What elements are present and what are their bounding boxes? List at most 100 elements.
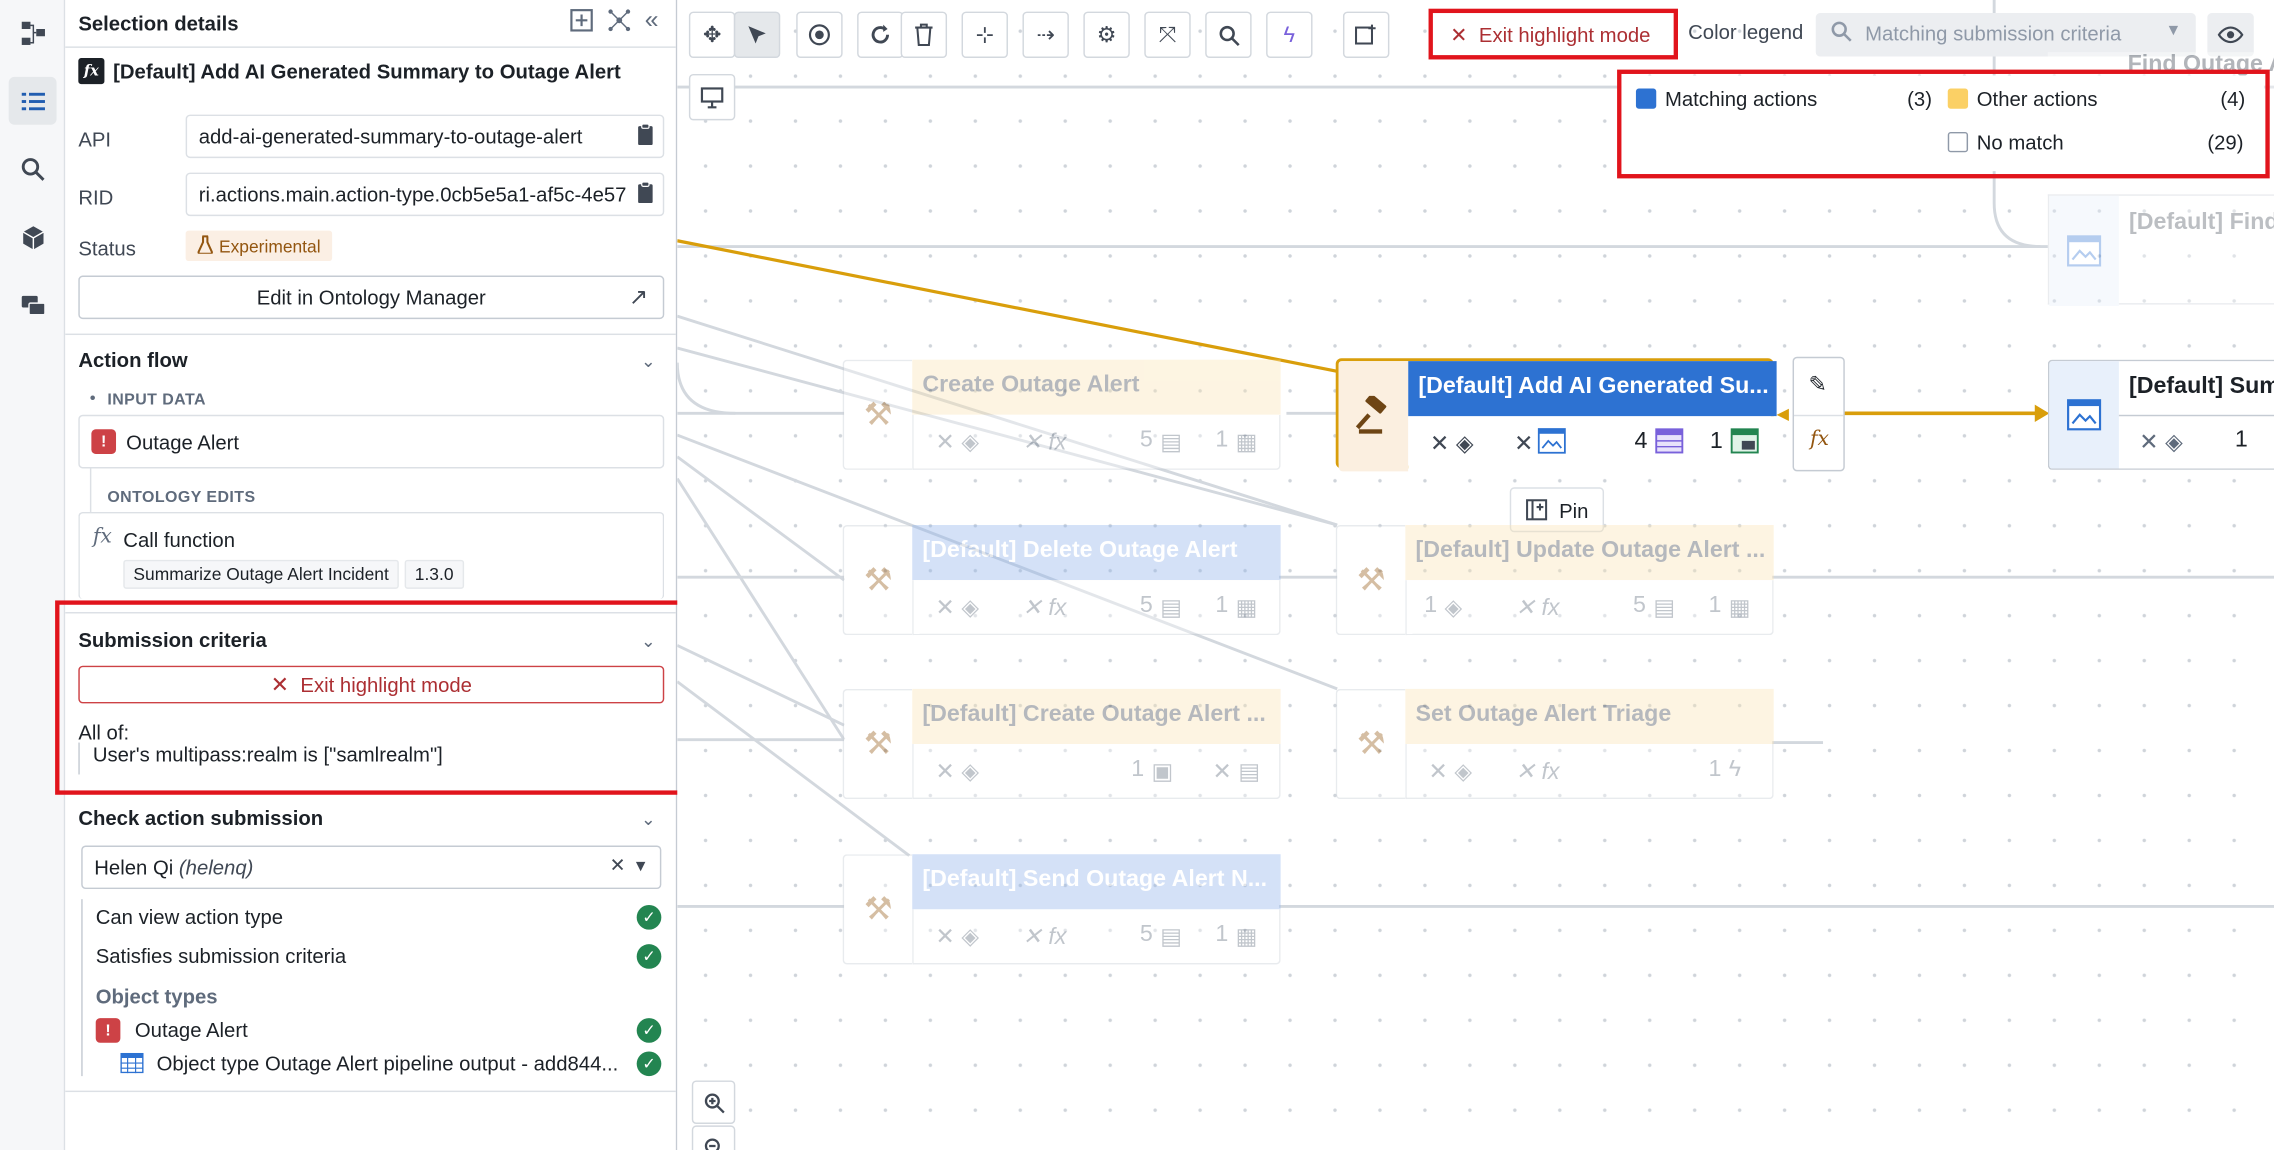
add-node-icon[interactable] [1342, 11, 1390, 59]
flask-icon [197, 234, 213, 257]
action-node[interactable]: ⚒ [Default] Create Outage Alert ... ✕ ◈ … [842, 688, 1281, 800]
highlight-frame-submission-criteria [55, 600, 694, 795]
network-icon[interactable] [607, 9, 630, 38]
user-select[interactable]: Helen Qi (helenq) ✕ ▾ [81, 845, 662, 890]
left-icon-rail [0, 0, 66, 1150]
search-icon[interactable] [9, 145, 57, 193]
select-cursor-icon[interactable] [733, 11, 781, 59]
zoom-in-icon[interactable] [691, 1080, 736, 1124]
function-icon[interactable]: fx [1810, 428, 1829, 451]
function-version-tag: 1.3.0 [404, 559, 464, 589]
function-icon: fx [92, 525, 112, 549]
gear-icon[interactable]: ⚙ [1083, 11, 1130, 59]
node-count: 1 [2234, 427, 2248, 453]
api-value: add-ai-generated-summary-to-outage-alert [198, 124, 583, 148]
list-icon[interactable] [8, 76, 57, 125]
node-footer: 1 ◈ ✕ fx 5 ▤ 1 ▦ [1405, 580, 1774, 636]
refresh-icon[interactable] [857, 11, 904, 59]
check-satisfies-criteria: Satisfies submission criteria ✓ [96, 944, 662, 969]
ontology-edits-label: ONTOLOGY EDITS [107, 488, 256, 507]
node-footer: ✕ ◈ ✕ fx 5 ▤ 1 ▦ [912, 909, 1281, 965]
search-icon [1830, 20, 1852, 46]
partial-node-default-sum[interactable]: [Default] Sum ✕ ◈ 1 [2047, 359, 2274, 470]
object-type-label: Outage Alert [134, 1018, 248, 1042]
presentation-icon[interactable] [688, 73, 736, 121]
clipboard-icon[interactable] [637, 181, 654, 209]
input-data-label: INPUT DATA [107, 391, 206, 409]
gavel-icon: ⚒ [1335, 525, 1406, 636]
user-handle: (helenq) [178, 855, 254, 879]
node-count: 1 [1424, 593, 1438, 618]
chevron-down-icon[interactable]: ⌄ [641, 351, 656, 371]
node-footer: ✕ ◈ ✕ fx 5 ▤ 1 ▦ [912, 414, 1281, 470]
green-table-icon [1730, 428, 1759, 461]
input-item-label: Outage Alert [126, 430, 240, 454]
add-panel-icon[interactable] [569, 9, 593, 38]
lightning-icon[interactable]: ϟ [1266, 11, 1313, 59]
eye-icon[interactable] [2207, 13, 2254, 57]
trash-icon[interactable] [900, 11, 948, 59]
record-icon[interactable] [796, 11, 843, 59]
pin-label: Pin [1559, 498, 1589, 522]
edit-in-ontology-manager-button[interactable]: Edit in Ontology Manager ↗ [78, 275, 665, 320]
partial-node-default-find[interactable]: [Default] Find [2047, 194, 2274, 307]
expand-icon[interactable]: ⤧ [1144, 11, 1191, 59]
warning-icon: ! [95, 1018, 121, 1043]
node-count: 1 [1215, 922, 1229, 948]
action-node[interactable]: ⚒ [Default] Update Outage Alert ... 1 ◈ ✕… [1335, 525, 1774, 636]
gavel-icon: ⚒ [1335, 688, 1406, 800]
search-icon[interactable] [1205, 11, 1252, 59]
highlight-frame-legend [1617, 69, 2270, 179]
pencil-icon[interactable]: ✎ [1809, 371, 1827, 398]
selected-action-node[interactable]: [Default] Add AI Generated Su... ✕ ◈ ✕ 4… [1335, 358, 1777, 472]
gavel-icon: ⚒ [842, 359, 913, 470]
ontology-edit-card[interactable]: fx Call function Summarize Outage Alert … [78, 511, 665, 599]
node-count: 1 [1709, 429, 1723, 454]
node-count: 1 [1131, 757, 1145, 782]
node-title: [Default] Delete Outage Alert [912, 525, 1281, 581]
color-legend-select[interactable]: Matching submission criteria ▼ [1815, 13, 2196, 57]
highlight-frame-exit-button [1428, 8, 1678, 60]
zoom-out-icon[interactable] [691, 1125, 736, 1150]
api-field[interactable]: add-ai-generated-summary-to-outage-alert [185, 114, 665, 159]
purple-table-icon [1655, 428, 1684, 461]
rid-field[interactable]: ri.actions.main.action-type.0cb5e5a1-af5… [185, 172, 665, 217]
node-title: Create Outage Alert [912, 359, 1281, 415]
action-node[interactable]: ⚒ [Default] Delete Outage Alert ✕ ◈ ✕ fx … [842, 525, 1281, 636]
node-side-tools: ✎ fx [1792, 356, 1845, 472]
chat-icon[interactable] [9, 281, 57, 329]
check-action-submission-title: Check action submission [78, 806, 324, 830]
node-footer: ✕ ◈ ✕ fx 1ϟ [1405, 744, 1774, 800]
rid-label: RID [78, 185, 114, 209]
clear-and-dropdown-icons[interactable]: ✕ ▾ [610, 854, 646, 877]
input-data-card[interactable]: ! Outage Alert [78, 414, 665, 469]
action-node[interactable]: ⚒ [Default] Send Outage Alert N... ✕ ◈ ✕ … [842, 854, 1281, 965]
gavel-icon: ⚒ [842, 525, 913, 636]
check-label: Can view action type [95, 904, 284, 929]
collapse-panel-icon[interactable]: « [645, 7, 659, 38]
action-flow-title: Action flow [78, 348, 188, 372]
action-node[interactable]: ⚒ Set Outage Alert Triage ✕ ◈ ✕ fx 1ϟ [1335, 688, 1774, 800]
object-view-icon [1537, 428, 1566, 461]
status-value: Experimental [218, 235, 321, 256]
node-count: 1 [1708, 757, 1722, 782]
graph-icon[interactable] [9, 9, 57, 57]
gavel-icon [1338, 361, 1409, 472]
align-icon[interactable]: ⇢ [1022, 11, 1069, 59]
action-node[interactable]: ⚒ Create Outage Alert ✕ ◈ ✕ fx 5 ▤ 1 ▦ [842, 359, 1281, 470]
arrow-left-icon: ◀ [1776, 406, 1789, 424]
layout-icon[interactable]: ⊹ [961, 11, 1008, 59]
clipboard-icon[interactable] [637, 123, 654, 151]
table-icon [120, 1052, 144, 1078]
object-type-label: Object type Outage Alert pipeline output… [156, 1051, 619, 1075]
status-badge: Experimental [185, 230, 333, 262]
move-icon[interactable]: ✥ [688, 11, 736, 59]
chevron-down-icon[interactable]: ⌄ [641, 809, 656, 829]
node-title: [Default] Sum [2118, 361, 2274, 417]
graph-canvas[interactable]: ✥ ⊹ ⇢ ⚙ ⤧ ϟ ✕ Exit highlight mode Color … [677, 0, 2274, 1150]
node-footer: ✕ ◈ ✕ fx 5 ▤ 1 ▦ [912, 580, 1281, 636]
node-title: [Default] Create Outage Alert ... [912, 688, 1281, 745]
cube-icon[interactable] [9, 213, 57, 261]
user-name: Helen Qi [94, 855, 174, 879]
caret-down-icon: ▼ [2165, 21, 2182, 40]
